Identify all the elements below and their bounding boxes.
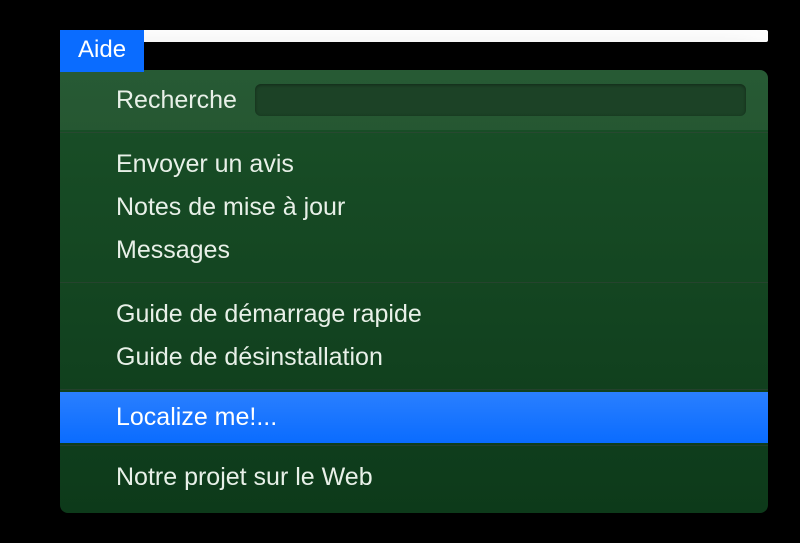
menu-separator bbox=[60, 389, 768, 390]
menu-item-uninstall-guide[interactable]: Guide de désinstallation bbox=[60, 336, 768, 379]
search-input[interactable] bbox=[255, 84, 746, 116]
menu-separator bbox=[60, 132, 768, 133]
window-titlebar bbox=[122, 30, 768, 42]
menu-item-localize-me[interactable]: Localize me!... bbox=[60, 392, 768, 443]
menu-section-1: Envoyer un avis Notes de mise à jour Mes… bbox=[60, 135, 768, 280]
menu-separator bbox=[60, 445, 768, 446]
menu-item-send-feedback[interactable]: Envoyer un avis bbox=[60, 143, 768, 186]
search-row: Recherche bbox=[60, 70, 768, 130]
help-dropdown-menu: Recherche Envoyer un avis Notes de mise … bbox=[60, 70, 768, 513]
menu-section-3: Localize me!... bbox=[60, 392, 768, 443]
menu-section-4: Notre projet sur le Web bbox=[60, 448, 768, 507]
menu-section-2: Guide de démarrage rapide Guide de désin… bbox=[60, 285, 768, 387]
search-label: Recherche bbox=[116, 86, 237, 115]
menu-item-quickstart-guide[interactable]: Guide de démarrage rapide bbox=[60, 293, 768, 336]
menu-item-release-notes[interactable]: Notes de mise à jour bbox=[60, 186, 768, 229]
menu-separator bbox=[60, 282, 768, 283]
menubar-help-title[interactable]: Aide bbox=[60, 30, 144, 72]
menu-item-project-web[interactable]: Notre projet sur le Web bbox=[60, 456, 768, 499]
menu-item-messages[interactable]: Messages bbox=[60, 229, 768, 272]
